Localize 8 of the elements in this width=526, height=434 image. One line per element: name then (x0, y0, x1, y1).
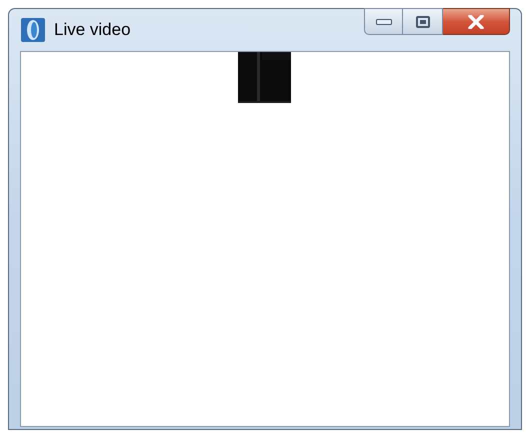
minimize-icon (376, 18, 392, 24)
close-icon (468, 14, 484, 28)
restore-icon (416, 16, 430, 28)
maximize-button[interactable] (403, 8, 443, 35)
close-button[interactable] (443, 8, 510, 35)
window-title: Live video (54, 19, 131, 42)
minimize-button[interactable] (364, 8, 403, 35)
app-icon (20, 17, 46, 43)
